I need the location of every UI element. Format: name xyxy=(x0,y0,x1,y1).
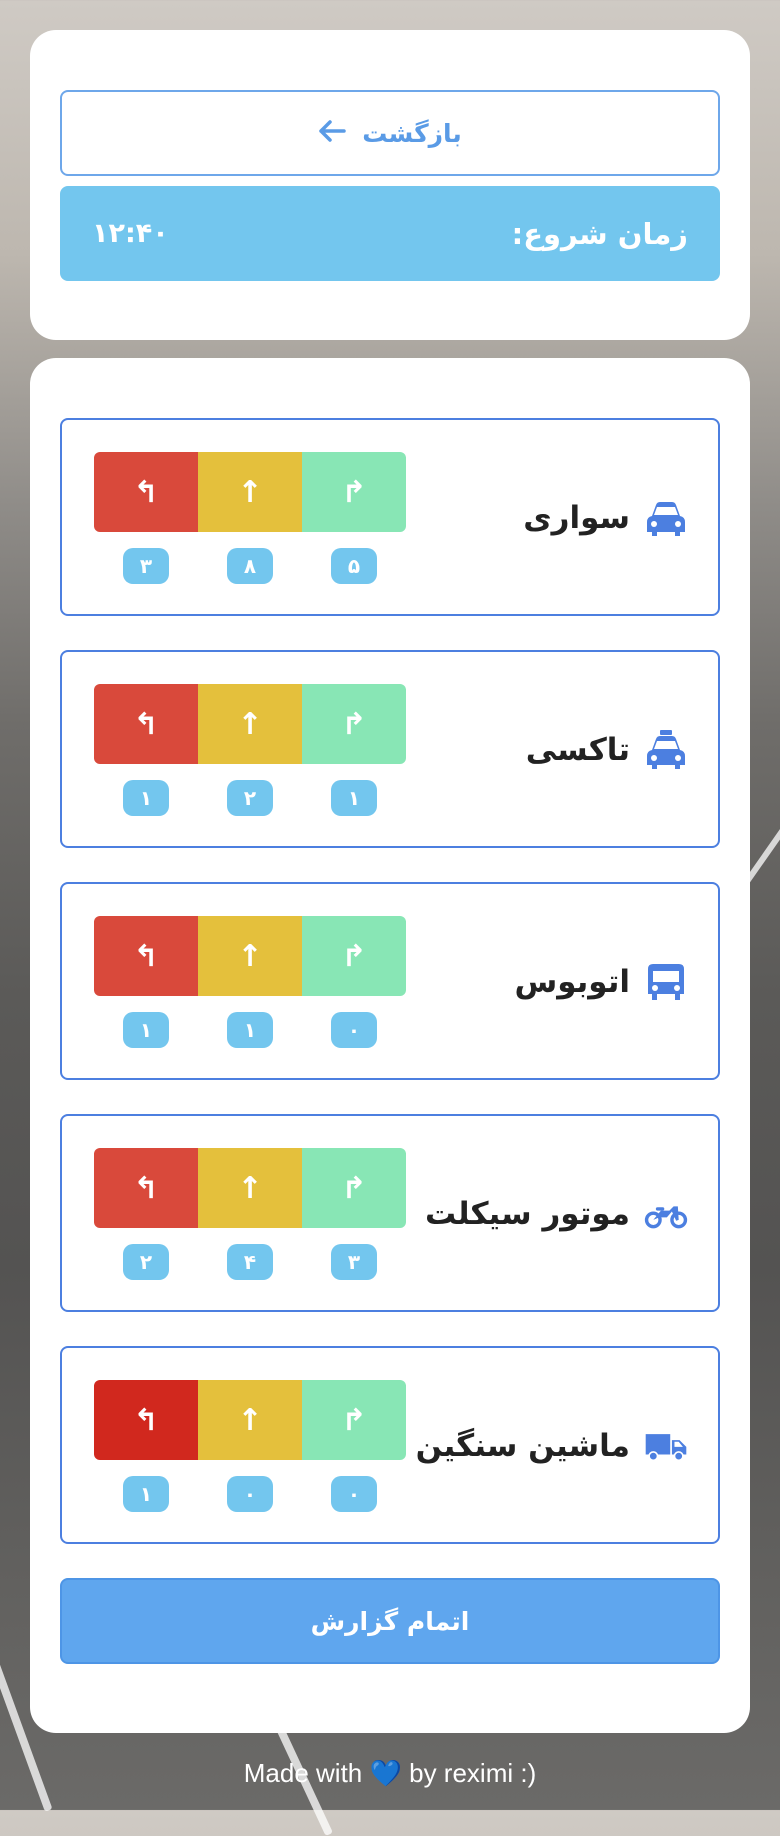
vehicle-row-truck: ماشین سنگین ↰ ↑ ↱ ۱ ۰ ۰ xyxy=(60,1346,720,1544)
vehicle-label: اتوبوس xyxy=(514,964,630,1000)
left-count-badge: ۱ xyxy=(123,1476,169,1512)
direction-counts: ۲ ۴ ۳ xyxy=(94,1244,406,1282)
vehicle-name: اتوبوس xyxy=(514,884,688,1080)
back-label: بازگشت xyxy=(362,118,462,148)
direction-buttons: ↰ ↑ ↱ xyxy=(94,684,406,764)
vehicle-label: تاکسی xyxy=(525,732,630,768)
right-count-badge: ۵ xyxy=(331,548,377,584)
truck-icon xyxy=(645,1434,687,1462)
footer: Made with 💙 by reximi :) xyxy=(0,1758,780,1789)
vehicle-row-bus: اتوبوس ↰ ↑ ↱ ۱ ۱ ۰ xyxy=(60,882,720,1080)
car-icon xyxy=(647,502,685,536)
vehicle-label: سواری xyxy=(523,500,630,536)
turn-left-button[interactable]: ↰ xyxy=(94,452,198,532)
turn-right-button[interactable]: ↱ xyxy=(302,916,406,996)
vehicle-row-taxi: تاکسی ↰ ↑ ↱ ۱ ۲ ۱ xyxy=(60,650,720,848)
vehicle-name: تاکسی xyxy=(526,652,688,848)
left-count-badge: ۱ xyxy=(123,780,169,816)
vehicle-name: ماشین سنگین xyxy=(416,1348,688,1544)
straight-count-badge: ۸ xyxy=(227,548,273,584)
footer-suffix: by reximi :) xyxy=(409,1758,537,1788)
start-time-bar: زمان شروع: ۱۲:۴۰ xyxy=(60,186,720,281)
vehicle-row-motorcycle: موتور سیکلت ↰ ↑ ↱ ۲ ۴ ۳ xyxy=(60,1114,720,1312)
direction-buttons: ↰ ↑ ↱ xyxy=(94,1380,406,1460)
back-button[interactable]: بازگشت xyxy=(60,90,720,176)
straight-count-badge: ۰ xyxy=(227,1476,273,1512)
straight-button[interactable]: ↑ xyxy=(198,452,302,532)
start-time-label: زمان شروع: xyxy=(511,216,688,251)
turn-right-button[interactable]: ↱ xyxy=(302,1380,406,1460)
left-count-badge: ۲ xyxy=(123,1244,169,1280)
straight-button[interactable]: ↑ xyxy=(198,1380,302,1460)
straight-button[interactable]: ↑ xyxy=(198,1148,302,1228)
straight-count-badge: ۱ xyxy=(227,1012,273,1048)
header-card: بازگشت زمان شروع: ۱۲:۴۰ xyxy=(30,30,750,340)
turn-right-button[interactable]: ↱ xyxy=(302,452,406,532)
turn-right-button[interactable]: ↱ xyxy=(302,684,406,764)
footer-prefix: Made with xyxy=(243,1758,363,1788)
direction-counts: ۱ ۱ ۰ xyxy=(94,1012,406,1050)
turn-right-button[interactable]: ↱ xyxy=(302,1148,406,1228)
start-time-value: ۱۲:۴۰ xyxy=(92,218,169,249)
heart-icon: 💙 xyxy=(369,1758,402,1788)
direction-buttons: ↰ ↑ ↱ xyxy=(94,1148,406,1228)
vehicle-name: سواری xyxy=(523,420,688,616)
direction-counts: ۱ ۲ ۱ xyxy=(94,780,406,818)
straight-button[interactable]: ↑ xyxy=(198,916,302,996)
left-count-badge: ۳ xyxy=(123,548,169,584)
turn-left-button[interactable]: ↰ xyxy=(94,684,198,764)
vehicle-label: ماشین سنگین xyxy=(415,1428,630,1464)
arrow-left-icon xyxy=(318,116,346,151)
right-count-badge: ۰ xyxy=(331,1012,377,1048)
counter-card: سواری ↰ ↑ ↱ ۳ ۸ ۵ تاکسی ↰ ↑ ↱ ۱ ۲ ۱ اتوب… xyxy=(30,358,750,1733)
direction-buttons: ↰ ↑ ↱ xyxy=(94,916,406,996)
right-count-badge: ۰ xyxy=(331,1476,377,1512)
direction-counts: ۱ ۰ ۰ xyxy=(94,1476,406,1514)
motorcycle-icon xyxy=(644,1206,688,1229)
direction-counts: ۳ ۸ ۵ xyxy=(94,548,406,586)
vehicle-row-car: سواری ↰ ↑ ↱ ۳ ۸ ۵ xyxy=(60,418,720,616)
right-count-badge: ۳ xyxy=(331,1244,377,1280)
straight-count-badge: ۴ xyxy=(227,1244,273,1280)
vehicle-label: موتور سیکلت xyxy=(425,1196,630,1232)
finish-report-button[interactable]: اتمام گزارش xyxy=(60,1578,720,1664)
right-count-badge: ۱ xyxy=(331,780,377,816)
straight-button[interactable]: ↑ xyxy=(198,684,302,764)
turn-left-button[interactable]: ↰ xyxy=(94,1148,198,1228)
left-count-badge: ۱ xyxy=(123,1012,169,1048)
straight-count-badge: ۲ xyxy=(227,780,273,816)
taxi-icon xyxy=(647,730,685,769)
turn-left-button[interactable]: ↰ xyxy=(94,916,198,996)
direction-buttons: ↰ ↑ ↱ xyxy=(94,452,406,532)
turn-left-button[interactable]: ↰ xyxy=(94,1380,198,1460)
vehicle-name: موتور سیکلت xyxy=(425,1116,688,1312)
bus-icon xyxy=(648,964,684,1000)
